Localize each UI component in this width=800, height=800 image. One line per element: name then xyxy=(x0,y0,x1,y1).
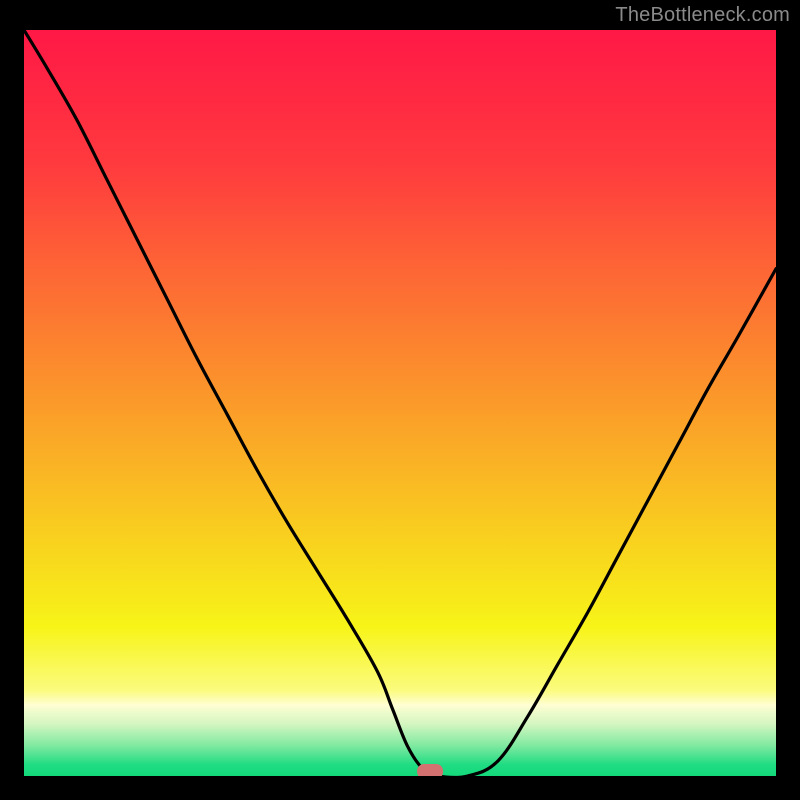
optimal-marker xyxy=(417,764,443,776)
watermark-text: TheBottleneck.com xyxy=(615,4,790,27)
plot-area xyxy=(24,30,776,776)
chart-background xyxy=(24,30,776,776)
chart-frame: TheBottleneck.com xyxy=(0,0,800,800)
chart-svg xyxy=(24,30,776,776)
